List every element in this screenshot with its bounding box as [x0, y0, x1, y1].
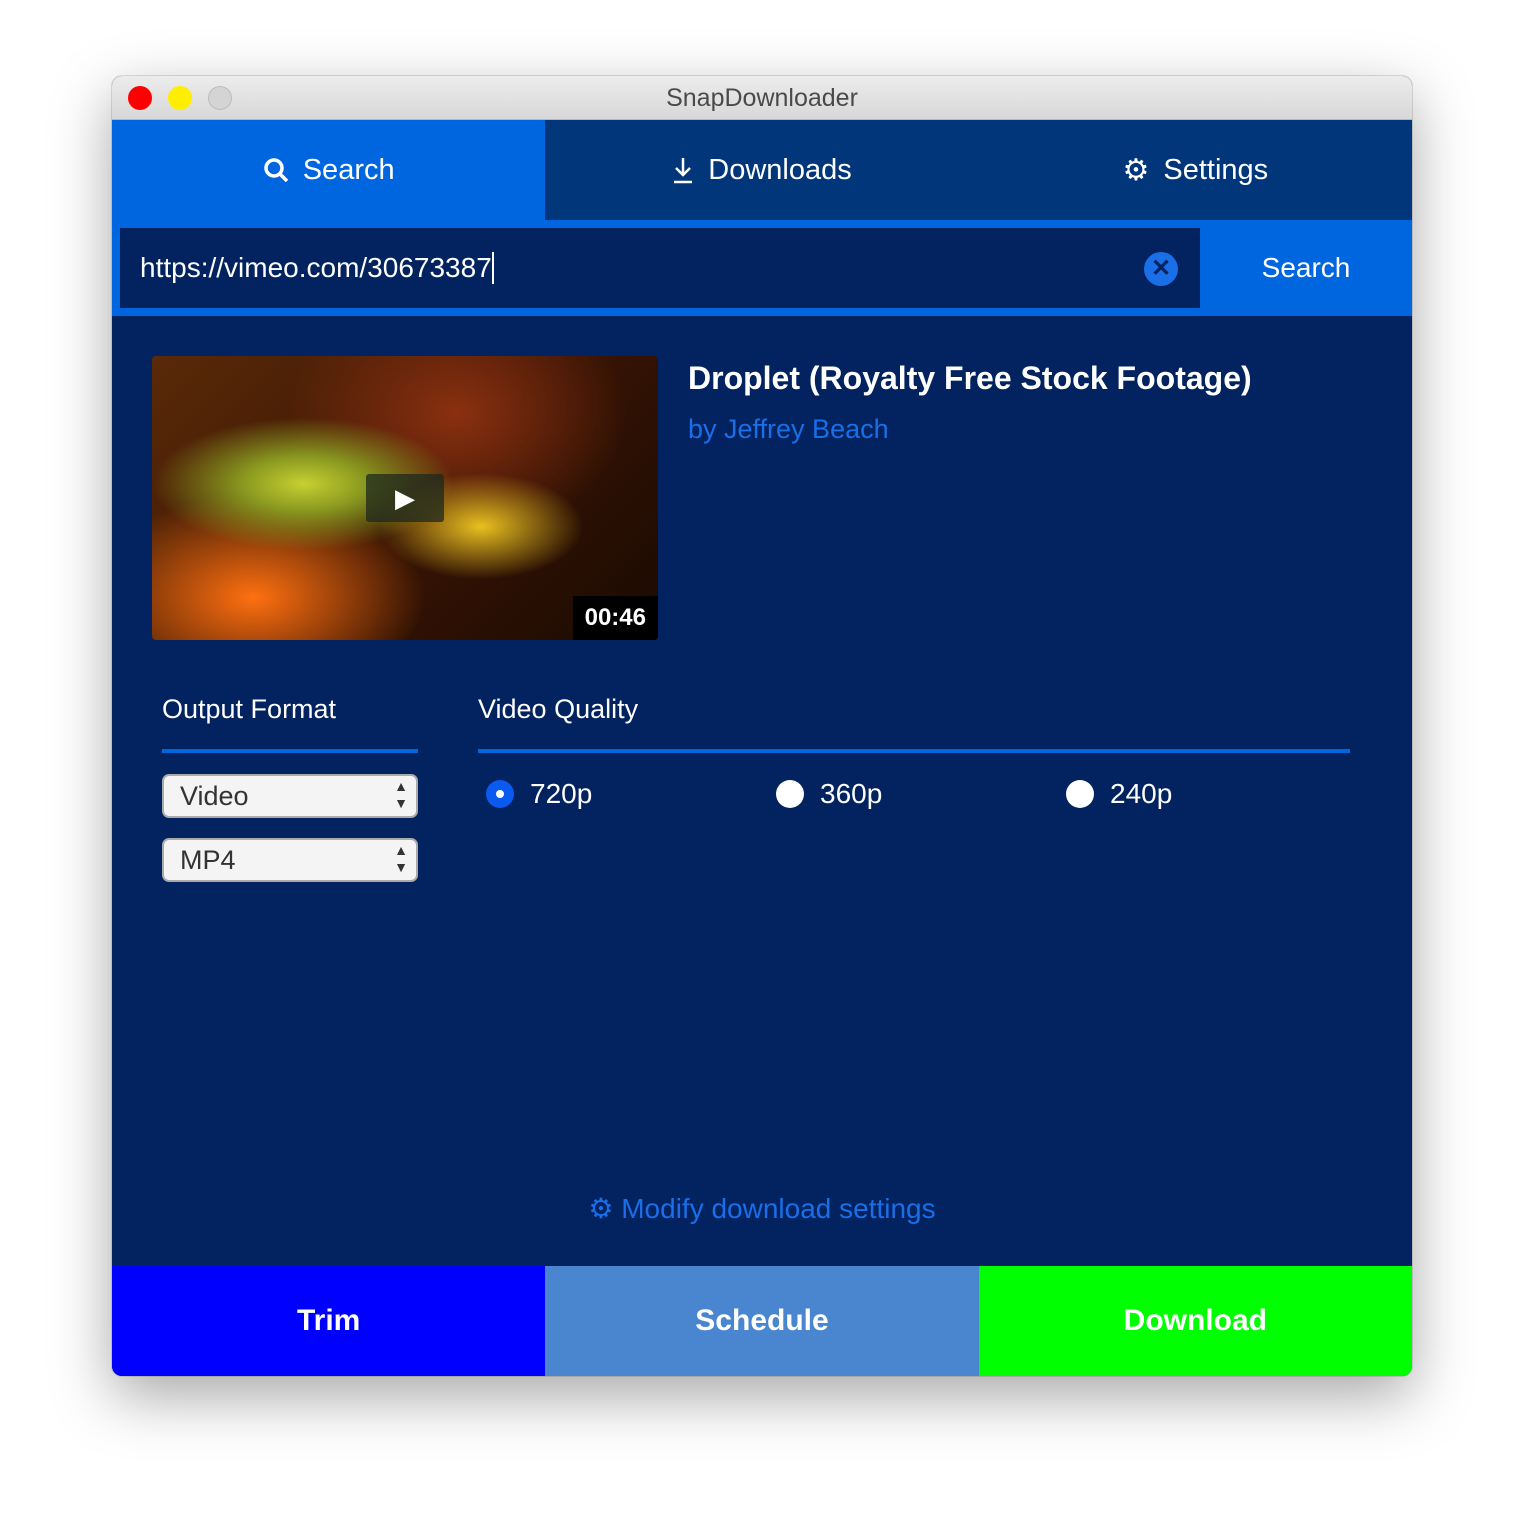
search-icon — [263, 158, 288, 183]
tab-settings[interactable]: ⚙ Settings — [978, 120, 1412, 220]
divider — [162, 749, 418, 753]
title-bar: SnapDownloader — [112, 76, 1412, 120]
gear-icon: ⚙ — [588, 1193, 614, 1224]
gear-icon: ⚙ — [1122, 153, 1150, 187]
chevron-updown-icon: ▲ ▼ — [394, 842, 408, 875]
divider — [478, 749, 1350, 753]
tab-label: Downloads — [708, 153, 852, 186]
window-title: SnapDownloader — [666, 84, 858, 112]
action-bar: Trim Schedule Download — [112, 1266, 1412, 1376]
radio-icon — [1066, 780, 1094, 808]
video-thumbnail[interactable]: ▶ 00:46 — [152, 356, 658, 640]
video-author-link[interactable]: by Jeffrey Beach — [688, 414, 889, 445]
play-icon[interactable]: ▶ — [366, 474, 444, 522]
tab-label: Search — [302, 153, 395, 186]
modify-settings-link[interactable]: ⚙ Modify download settings — [112, 1192, 1412, 1225]
radio-label: 720p — [530, 778, 593, 809]
download-icon — [674, 158, 693, 184]
app-window: SnapDownloader Search Downloads ⚙ Settin… — [112, 76, 1412, 1376]
duration-badge: 00:46 — [572, 596, 658, 640]
url-value: https://vimeo.com/30673387 — [140, 252, 492, 283]
link-label: Modify download settings — [621, 1193, 936, 1224]
format-type-select[interactable]: Video ▲ ▼ — [162, 774, 418, 818]
quality-radio-720p[interactable]: 720p — [486, 778, 592, 810]
url-input[interactable]: https://vimeo.com/30673387 ✕ — [120, 228, 1200, 308]
radio-label: 240p — [1110, 778, 1173, 809]
radio-icon — [776, 780, 804, 808]
schedule-button[interactable]: Schedule — [545, 1266, 979, 1376]
clear-icon[interactable]: ✕ — [1144, 252, 1178, 286]
trim-button[interactable]: Trim — [112, 1266, 546, 1376]
quality-radio-240p[interactable]: 240p — [1066, 778, 1172, 810]
quality-radio-360p[interactable]: 360p — [776, 778, 882, 810]
tab-bar: Search Downloads ⚙ Settings — [112, 120, 1412, 220]
radio-label: 360p — [820, 778, 883, 809]
download-button[interactable]: Download — [978, 1266, 1412, 1376]
select-value: MP4 — [180, 845, 236, 875]
text-caret — [491, 252, 494, 284]
video-title: Droplet (Royalty Free Stock Footage) — [688, 360, 1252, 396]
search-button[interactable]: Search — [1200, 228, 1412, 308]
tab-label: Settings — [1163, 153, 1269, 186]
chevron-updown-icon: ▲ ▼ — [394, 778, 408, 811]
tab-downloads[interactable]: Downloads — [545, 120, 979, 220]
container-select[interactable]: MP4 ▲ ▼ — [162, 838, 418, 882]
video-quality-label: Video Quality — [478, 694, 639, 724]
radio-selected-icon — [486, 780, 514, 808]
select-value: Video — [180, 781, 249, 811]
output-format-label: Output Format — [162, 694, 337, 724]
tab-search[interactable]: Search — [112, 120, 546, 220]
search-bar: https://vimeo.com/30673387 ✕ Search — [112, 220, 1412, 316]
